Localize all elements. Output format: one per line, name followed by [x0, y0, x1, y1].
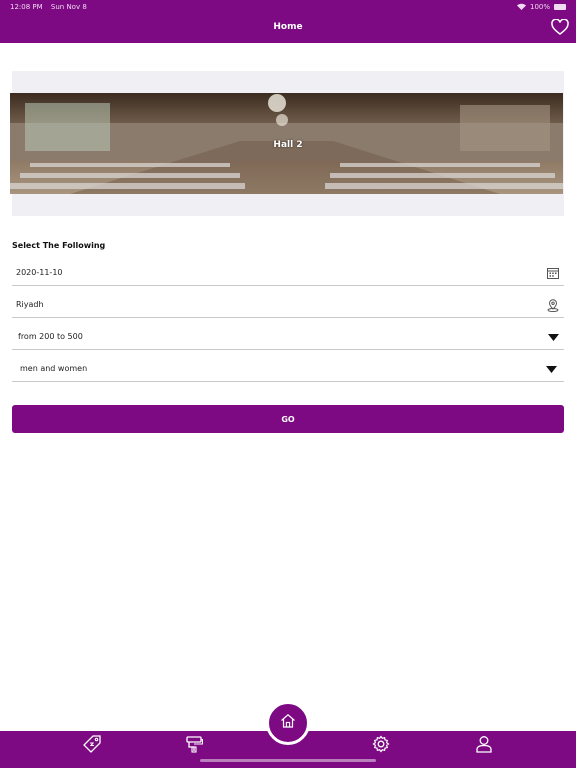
- services-icon: [185, 735, 204, 757]
- guest-type-value: men and women: [20, 364, 88, 373]
- calendar-icon[interactable]: [546, 266, 560, 280]
- home-icon: [280, 713, 296, 733]
- tab-settings[interactable]: [370, 735, 392, 757]
- page-title: Home: [273, 22, 303, 32]
- battery-percent: 100%: [529, 3, 550, 11]
- date-field[interactable]: 2020-11-10: [12, 260, 564, 286]
- guest-type-select[interactable]: men and women: [12, 356, 564, 382]
- offers-icon: [83, 735, 101, 757]
- status-date: Sun Nov 8: [50, 3, 87, 11]
- location-pin-icon[interactable]: [546, 298, 560, 312]
- battery-icon: [554, 4, 566, 10]
- tab-profile[interactable]: [473, 735, 495, 757]
- capacity-select[interactable]: from 200 to 500: [12, 324, 564, 350]
- home-indicator: [200, 759, 376, 762]
- profile-icon: [475, 735, 493, 757]
- capacity-value: from 200 to 500: [18, 332, 83, 341]
- app-header: Home: [0, 14, 576, 43]
- city-field[interactable]: Riyadh: [12, 292, 564, 318]
- status-right: 100%: [516, 3, 566, 12]
- tab-home[interactable]: [266, 701, 310, 745]
- wifi-icon: [516, 3, 526, 12]
- favorites-button[interactable]: [550, 18, 570, 39]
- city-value: Riyadh: [16, 300, 44, 309]
- tab-offers[interactable]: [81, 735, 103, 757]
- go-button[interactable]: GO: [12, 405, 564, 433]
- date-value: 2020-11-10: [16, 268, 63, 277]
- tab-services[interactable]: [183, 735, 205, 757]
- status-time: 12:08 PM: [10, 3, 43, 11]
- dropdown-arrow-icon[interactable]: [546, 330, 560, 344]
- status-left: 12:08 PM Sun Nov 8: [10, 3, 93, 11]
- section-title: Select The Following: [12, 241, 106, 250]
- status-bar: 12:08 PM Sun Nov 8 100%: [0, 0, 576, 14]
- dropdown-arrow-icon[interactable]: [544, 362, 558, 376]
- hall-name: Hall 2: [273, 140, 303, 150]
- settings-icon: [372, 735, 390, 757]
- heart-icon: [551, 18, 569, 39]
